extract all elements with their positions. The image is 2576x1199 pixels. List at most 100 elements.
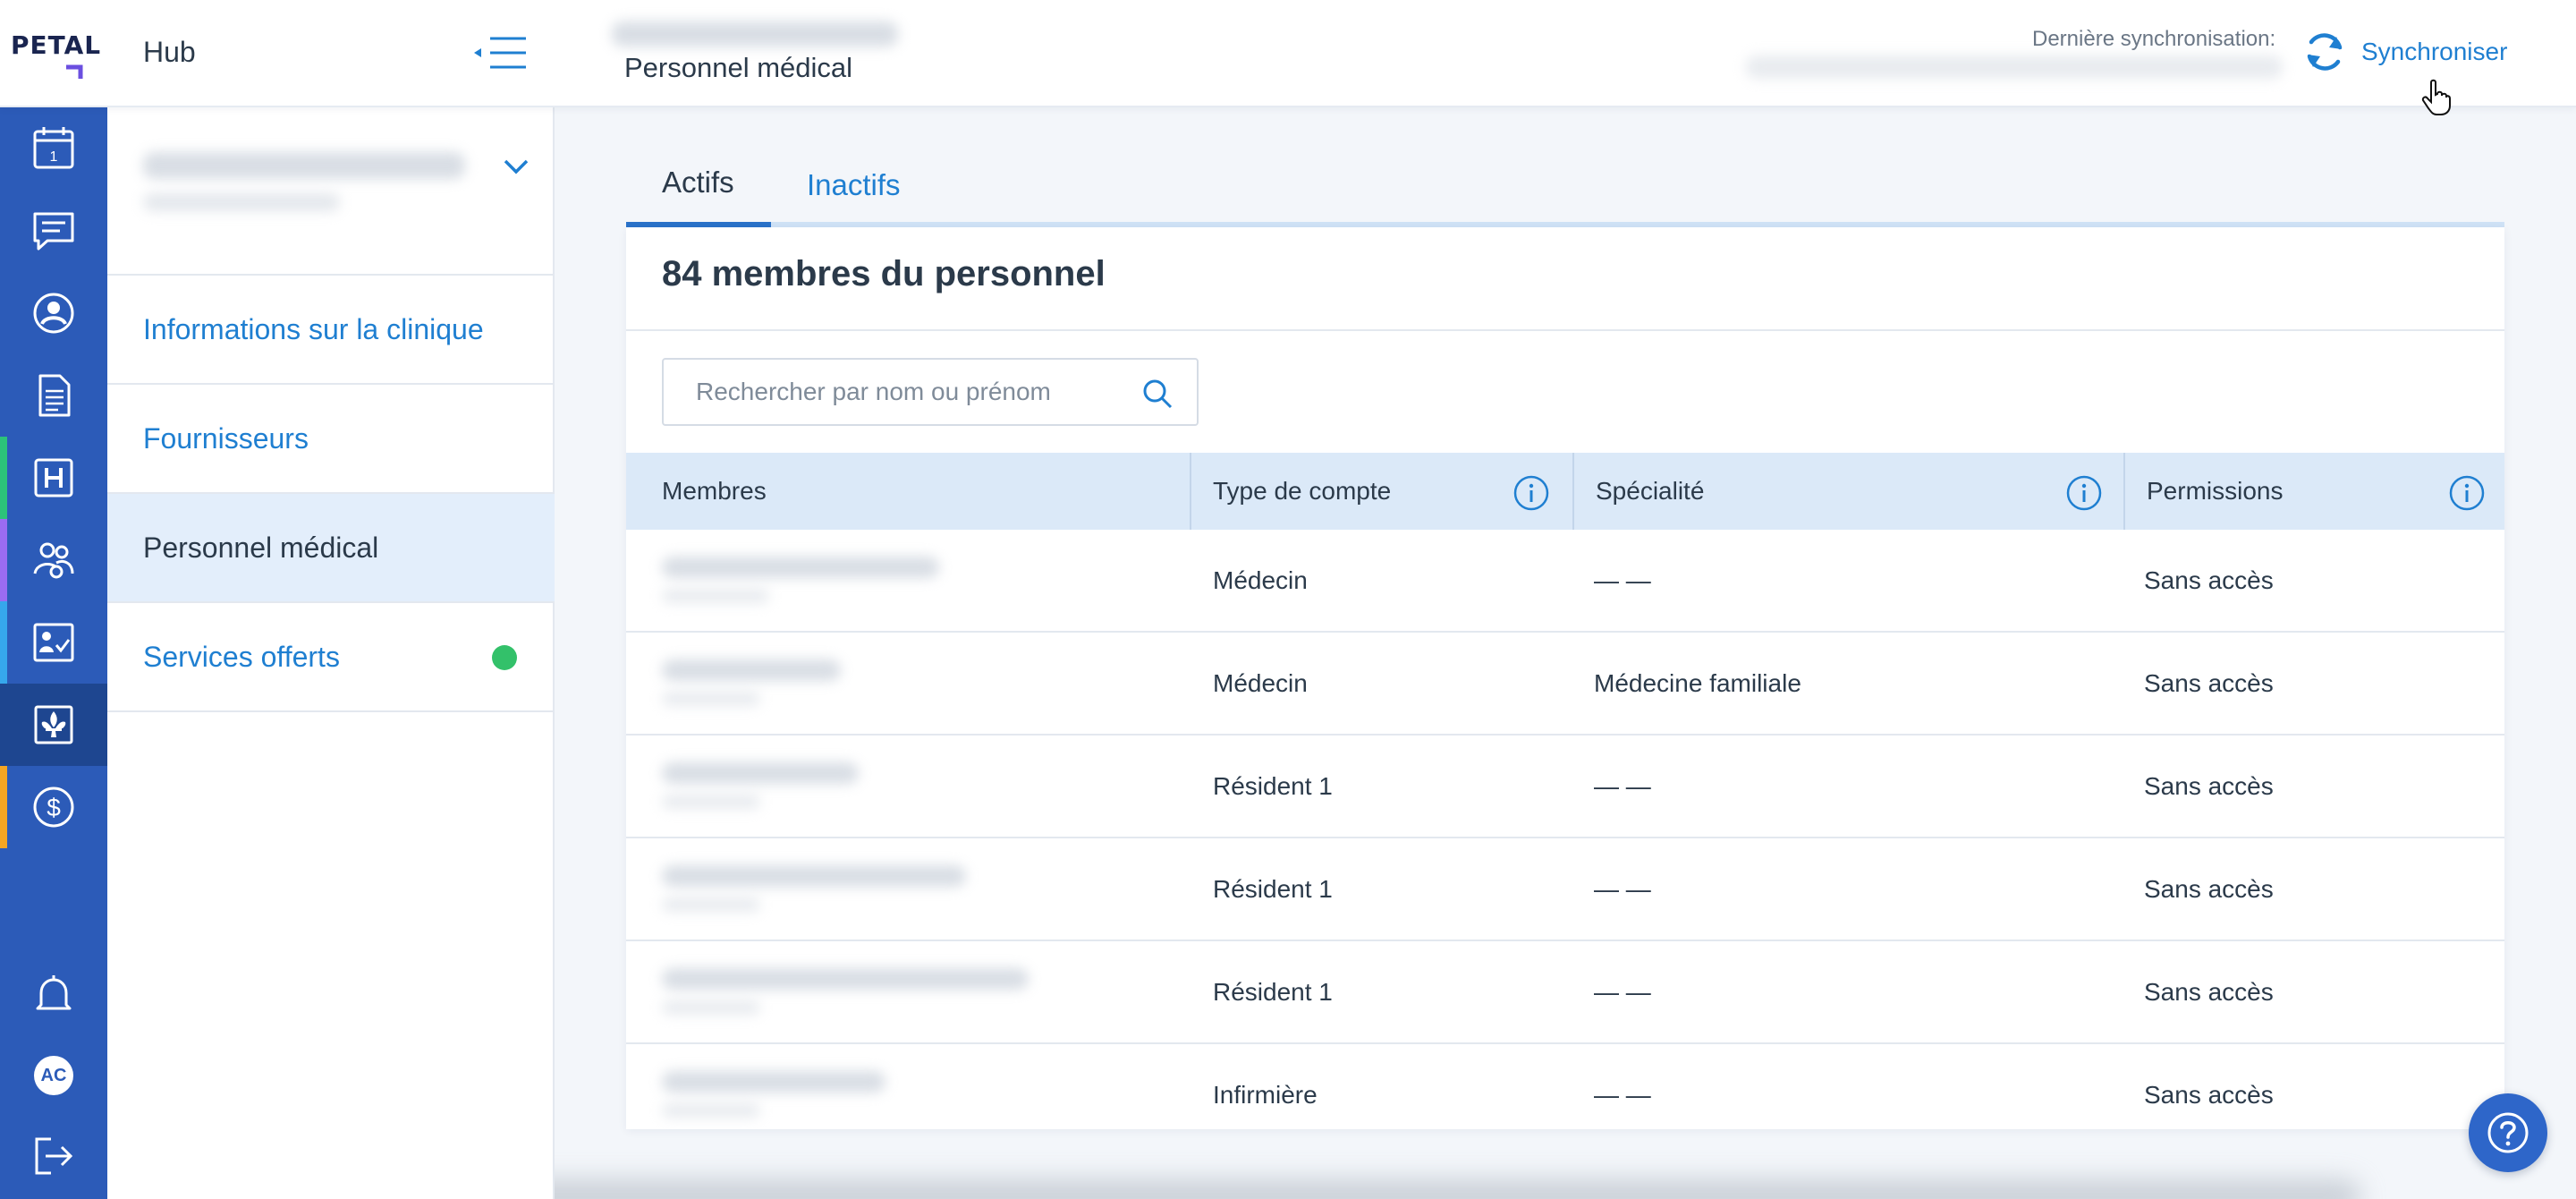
- rail-notifications[interactable]: [0, 954, 107, 1036]
- sidebar-item-clinic-info[interactable]: Informations sur la clinique: [107, 276, 555, 385]
- document-icon: [38, 374, 71, 417]
- column-header-permissions[interactable]: Permissions: [2147, 453, 2283, 530]
- dollar-icon: $: [33, 787, 74, 828]
- sync-button-label: Synchroniser: [2361, 38, 2508, 65]
- account-type-cell: Médecin: [1213, 668, 1308, 697]
- collapse-menu-icon: [474, 37, 526, 69]
- redacted-member-name: [662, 968, 1029, 990]
- avatar: AC: [34, 1056, 73, 1095]
- rail-profile[interactable]: AC: [0, 1034, 107, 1117]
- member-cell: [626, 736, 1100, 837]
- specialty-cell: — —: [1594, 874, 1651, 903]
- rail-stripe-orange: [0, 766, 7, 848]
- sidebar-item-label: Services offerts: [143, 640, 340, 673]
- permissions-cell: Sans accès: [2144, 565, 2274, 594]
- redacted-member-id: [662, 795, 760, 809]
- rail-hospital[interactable]: [0, 437, 107, 519]
- user-circle-icon: [33, 293, 74, 334]
- rail-checklist[interactable]: [0, 601, 107, 684]
- calendar-icon: 1: [33, 127, 74, 169]
- account-type-cell: Résident 1: [1213, 874, 1333, 903]
- specialty-cell: — —: [1594, 1080, 1651, 1109]
- rail-logout[interactable]: [0, 1115, 107, 1197]
- info-icon[interactable]: [2066, 475, 2102, 511]
- specialty-cell: — —: [1594, 565, 1651, 594]
- rail-patients[interactable]: [0, 272, 107, 354]
- chat-icon: [33, 212, 74, 251]
- rail-messages[interactable]: [0, 190, 107, 272]
- logo-mark-icon: [66, 64, 83, 79]
- column-header-members[interactable]: Membres: [662, 453, 767, 530]
- redacted-member-id: [662, 1000, 760, 1015]
- permissions-cell: Sans accès: [2144, 771, 2274, 800]
- redacted-clinic-name: [612, 21, 898, 47]
- column-header-account-type[interactable]: Type de compte: [1213, 453, 1391, 530]
- rail-documents[interactable]: [0, 354, 107, 437]
- hub-title: Hub: [143, 36, 196, 68]
- bell-icon: [36, 975, 72, 1010]
- rail-stripe-purple: [0, 519, 7, 601]
- permissions-cell: Sans accès: [2144, 1080, 2274, 1109]
- redacted-member-id: [662, 589, 769, 603]
- tab-inactive[interactable]: Inactifs: [771, 143, 936, 227]
- specialty-cell: — —: [1594, 771, 1651, 800]
- staff-card: 84 membres du personnel Membres Type de …: [626, 227, 2504, 1129]
- rail-calendar[interactable]: 1: [0, 107, 107, 190]
- sidebar-item-services[interactable]: Services offerts: [107, 603, 555, 712]
- rail-stripe-blue: [0, 601, 7, 684]
- search-input[interactable]: [696, 378, 1116, 406]
- column-header-specialty[interactable]: Spécialité: [1596, 453, 1704, 530]
- redacted-member-id: [662, 1103, 760, 1118]
- search-field[interactable]: [662, 358, 1199, 426]
- specialty-cell: — —: [1594, 977, 1651, 1006]
- permissions-cell: Sans accès: [2144, 668, 2274, 697]
- table-row[interactable]: Médecin — — Sans accès: [626, 530, 2504, 633]
- redacted-sync-date: [1746, 55, 2283, 79]
- tab-active[interactable]: Actifs: [626, 143, 771, 227]
- help-button[interactable]: [2469, 1093, 2547, 1172]
- sidebar-item-medical-staff[interactable]: Personnel médical: [107, 494, 555, 603]
- specialty-cell: Médecine familiale: [1594, 668, 1801, 697]
- account-type-cell: Médecin: [1213, 565, 1308, 594]
- member-cell: [626, 941, 1100, 1042]
- table-row[interactable]: Médecin Médecine familiale Sans accès: [626, 633, 2504, 736]
- redacted-member-name: [662, 1071, 886, 1093]
- sync-icon: [2307, 33, 2343, 71]
- account-type-cell: Résident 1: [1213, 771, 1333, 800]
- rail-billing[interactable]: $: [0, 766, 107, 848]
- info-icon[interactable]: [2449, 475, 2485, 511]
- divider: [626, 329, 2504, 331]
- rail-quebec[interactable]: [0, 684, 107, 766]
- member-cell: [626, 530, 1100, 631]
- redacted-member-name: [662, 557, 939, 578]
- settings-sidebar: Informations sur la clinique Fournisseur…: [107, 107, 555, 1199]
- fleur-de-lis-icon: [34, 705, 73, 744]
- sidebar-item-suppliers[interactable]: Fournisseurs: [107, 385, 555, 494]
- icon-rail: 1 $ AC: [0, 107, 107, 1199]
- search-icon[interactable]: [1141, 378, 1174, 410]
- redacted-clinic-subtitle: [143, 193, 340, 211]
- rail-stripe-green: [0, 437, 7, 519]
- chevron-down-icon: [504, 159, 529, 174]
- redacted-member-id: [662, 897, 760, 912]
- table-row[interactable]: Infirmière — — Sans accès: [626, 1044, 2504, 1129]
- hospital-icon: [34, 458, 73, 497]
- logo-text: PETAL: [11, 30, 102, 60]
- rail-staff[interactable]: [0, 519, 107, 601]
- column-divider: [2123, 453, 2125, 530]
- member-cell: [626, 838, 1100, 940]
- clinic-selector[interactable]: [107, 107, 555, 276]
- collapse-menu-button[interactable]: [470, 34, 528, 72]
- sync-label: Dernière synchronisation:: [2032, 27, 2276, 51]
- table-row[interactable]: Résident 1 — — Sans accès: [626, 736, 2504, 838]
- hand-cursor-icon: [2421, 79, 2451, 115]
- redacted-clinic-title: [143, 152, 465, 179]
- table-row[interactable]: Résident 1 — — Sans accès: [626, 941, 2504, 1044]
- calendar-day: 1: [50, 149, 58, 165]
- table-row[interactable]: Résident 1 — — Sans accès: [626, 838, 2504, 941]
- sync-button[interactable]: Synchroniser: [2301, 23, 2507, 81]
- people-icon: [33, 542, 74, 579]
- redacted-member-id: [662, 692, 760, 706]
- info-icon[interactable]: [1513, 475, 1549, 511]
- petal-logo[interactable]: PETAL: [11, 30, 100, 79]
